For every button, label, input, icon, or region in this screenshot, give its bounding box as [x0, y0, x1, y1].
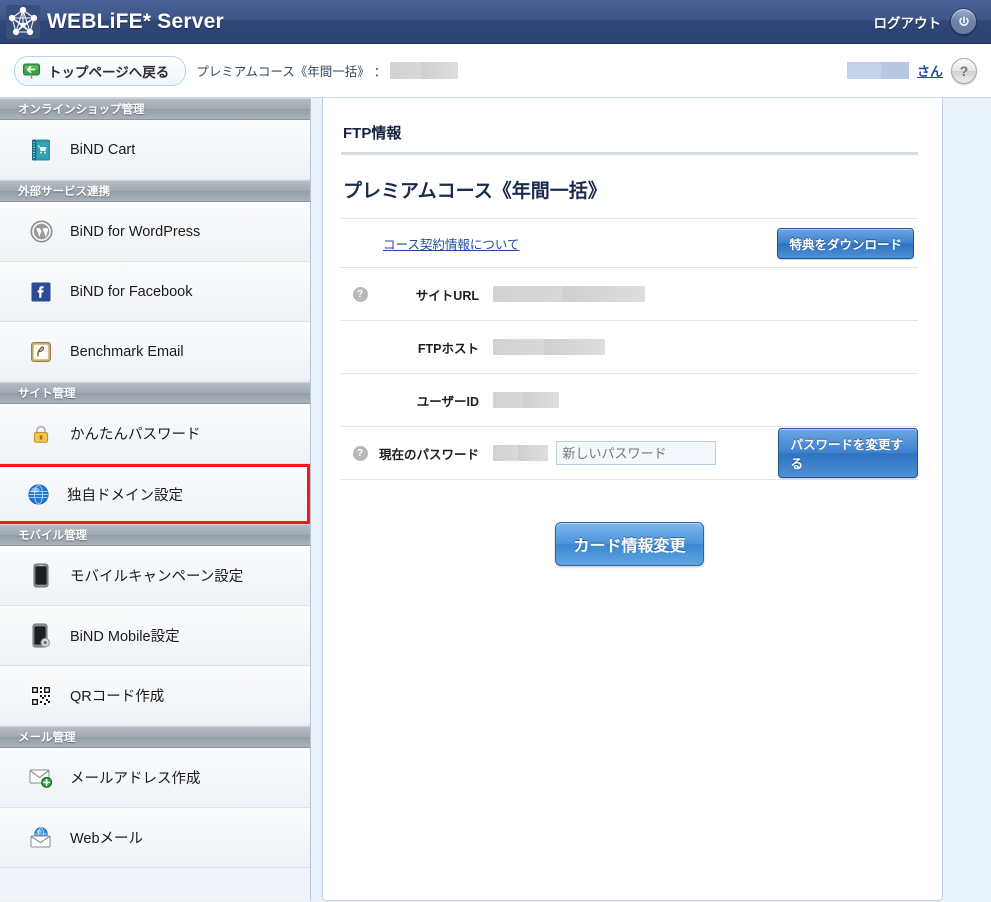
sidebar-item-label: かんたんパスワード [70, 427, 201, 443]
sidebar-item-mobile-campaign[interactable]: モバイルキャンペーン設定 [0, 546, 310, 606]
sidebar-group-title-shop: オンラインショップ管理 [0, 98, 310, 120]
sidebar-group-title-external: 外部サービス連携 [0, 180, 310, 202]
sidebar-item-bind-for-facebook[interactable]: BiND for Facebook [0, 262, 310, 322]
page-title: FTP情報 [343, 125, 402, 142]
password-hint-slot: ? [347, 445, 373, 461]
sidebar-group-title-site: サイト管理 [0, 382, 310, 404]
sidebar-item-create-mail-address[interactable]: メールアドレス作成 [0, 748, 310, 808]
page-body: オンラインショップ管理 BiND Cart 外部サービス連携 BiND for … [0, 98, 991, 901]
site-url-hint-slot: ? [347, 286, 373, 302]
sidebar-item-label: Webメール [70, 831, 144, 847]
sidebar-item-label: QRコード作成 [70, 689, 165, 705]
contract-info-link[interactable]: コース契約情報について [383, 234, 520, 253]
course-heading: プレミアムコース《年間一括》 [343, 181, 607, 202]
site-url-value-redacted [493, 286, 645, 302]
user-id-row: ユーザーID [341, 374, 918, 426]
back-arrow-sign-icon [23, 63, 40, 79]
sidebar-item-benchmark-email[interactable]: Benchmark Email [0, 322, 310, 382]
new-password-input[interactable] [556, 441, 717, 465]
sidebar-item-label: BiND for Facebook [70, 283, 193, 300]
site-url-row: ? サイトURL [341, 268, 918, 320]
sidebar-item-label: BiND Mobile設定 [70, 629, 180, 645]
cart-book-icon [28, 138, 54, 162]
user-id-value-redacted [493, 392, 559, 408]
sidebar-item-bind-cart[interactable]: BiND Cart [0, 120, 310, 180]
mobile-gear-icon [28, 623, 54, 648]
webmail-globe-icon [28, 826, 54, 850]
help-icon[interactable]: ? [352, 286, 368, 302]
help-icon[interactable]: ? [352, 445, 368, 461]
sidebar-group-title-mail: メール管理 [0, 726, 310, 748]
breadcrumb: プレミアムコース《年間一括》 ： [196, 61, 459, 80]
password-row: ? 現在のパスワード パスワードを変更する [341, 427, 918, 479]
ftp-host-label: FTPホスト [417, 341, 479, 356]
current-password-redacted [493, 445, 549, 461]
sidebar-item-qr-code[interactable]: QRコード作成 [0, 666, 310, 726]
benchmark-email-icon [28, 341, 54, 363]
user-id-label: ユーザーID [416, 394, 479, 409]
mail-add-icon [28, 768, 54, 788]
user-suffix-link[interactable]: さん [917, 61, 943, 80]
change-card-info-button[interactable]: カード情報変更 [555, 522, 704, 566]
app-title: WEBLiFE* Server [47, 9, 224, 33]
breadcrumb-value-redacted [390, 62, 459, 79]
network-nodes-logo [6, 4, 40, 39]
sidebar-item-label: Benchmark Email [70, 343, 184, 360]
toolbar-right-group: さん ? [846, 57, 977, 84]
globe-icon [25, 483, 51, 506]
toolbar: トップページへ戻る プレミアムコース《年間一括》 ： さん ? [0, 44, 991, 98]
back-to-top-button[interactable]: トップページへ戻る [14, 55, 187, 86]
sidebar-item-bind-for-wordpress[interactable]: BiND for WordPress [0, 202, 310, 262]
sidebar-item-webmail[interactable]: Webメール [0, 808, 310, 868]
facebook-icon [28, 281, 54, 303]
sidebar-item-simple-password[interactable]: かんたんパスワード [0, 404, 310, 464]
change-password-button[interactable]: パスワードを変更する [778, 428, 918, 478]
header-right-group: ログアウト [874, 8, 977, 35]
qr-code-icon [28, 685, 54, 707]
current-password-label: 現在のパスワード [378, 447, 479, 462]
breadcrumb-course: プレミアムコース《年間一括》 [196, 65, 370, 79]
power-icon[interactable] [950, 8, 977, 35]
user-name-redacted [846, 62, 909, 79]
sidebar-item-label: モバイルキャンペーン設定 [70, 569, 244, 585]
sidebar: オンラインショップ管理 BiND Cart 外部サービス連携 BiND for … [0, 98, 311, 901]
sidebar-group-title-mobile: モバイル管理 [0, 524, 310, 546]
sidebar-item-bind-mobile[interactable]: BiND Mobile設定 [0, 606, 310, 666]
sidebar-item-label: メールアドレス作成 [70, 771, 201, 787]
ftp-host-value-redacted [493, 339, 605, 355]
site-url-label: サイトURL [415, 288, 479, 303]
sidebar-item-label: BiND for WordPress [70, 223, 201, 240]
breadcrumb-separator: ： [373, 65, 387, 79]
ftp-host-row: FTPホスト [341, 321, 918, 373]
mobile-phone-icon [28, 563, 54, 588]
ftp-info-panel: FTP情報 プレミアムコース《年間一括》 コース契約情報について 特典をダウンロ… [322, 98, 943, 901]
wordpress-icon [28, 220, 54, 243]
lock-icon [28, 423, 54, 445]
back-to-top-label: トップページへ戻る [48, 64, 170, 80]
power-glyph [958, 15, 969, 26]
download-bonus-button[interactable]: 特典をダウンロード [777, 227, 914, 259]
card-action-area: カード情報変更 [341, 480, 918, 566]
contract-info-row: コース契約情報について 特典をダウンロード [341, 219, 918, 267]
sidebar-item-custom-domain[interactable]: 独自ドメイン設定 [0, 464, 310, 524]
logout-label[interactable]: ログアウト [874, 12, 942, 32]
main-content: FTP情報 プレミアムコース《年間一括》 コース契約情報について 特典をダウンロ… [311, 98, 991, 901]
sidebar-item-label: 独自ドメイン設定 [67, 487, 183, 504]
help-icon[interactable]: ? [951, 57, 977, 84]
app-header: WEBLiFE* Server ログアウト [0, 0, 991, 44]
sidebar-item-label: BiND Cart [70, 141, 136, 158]
